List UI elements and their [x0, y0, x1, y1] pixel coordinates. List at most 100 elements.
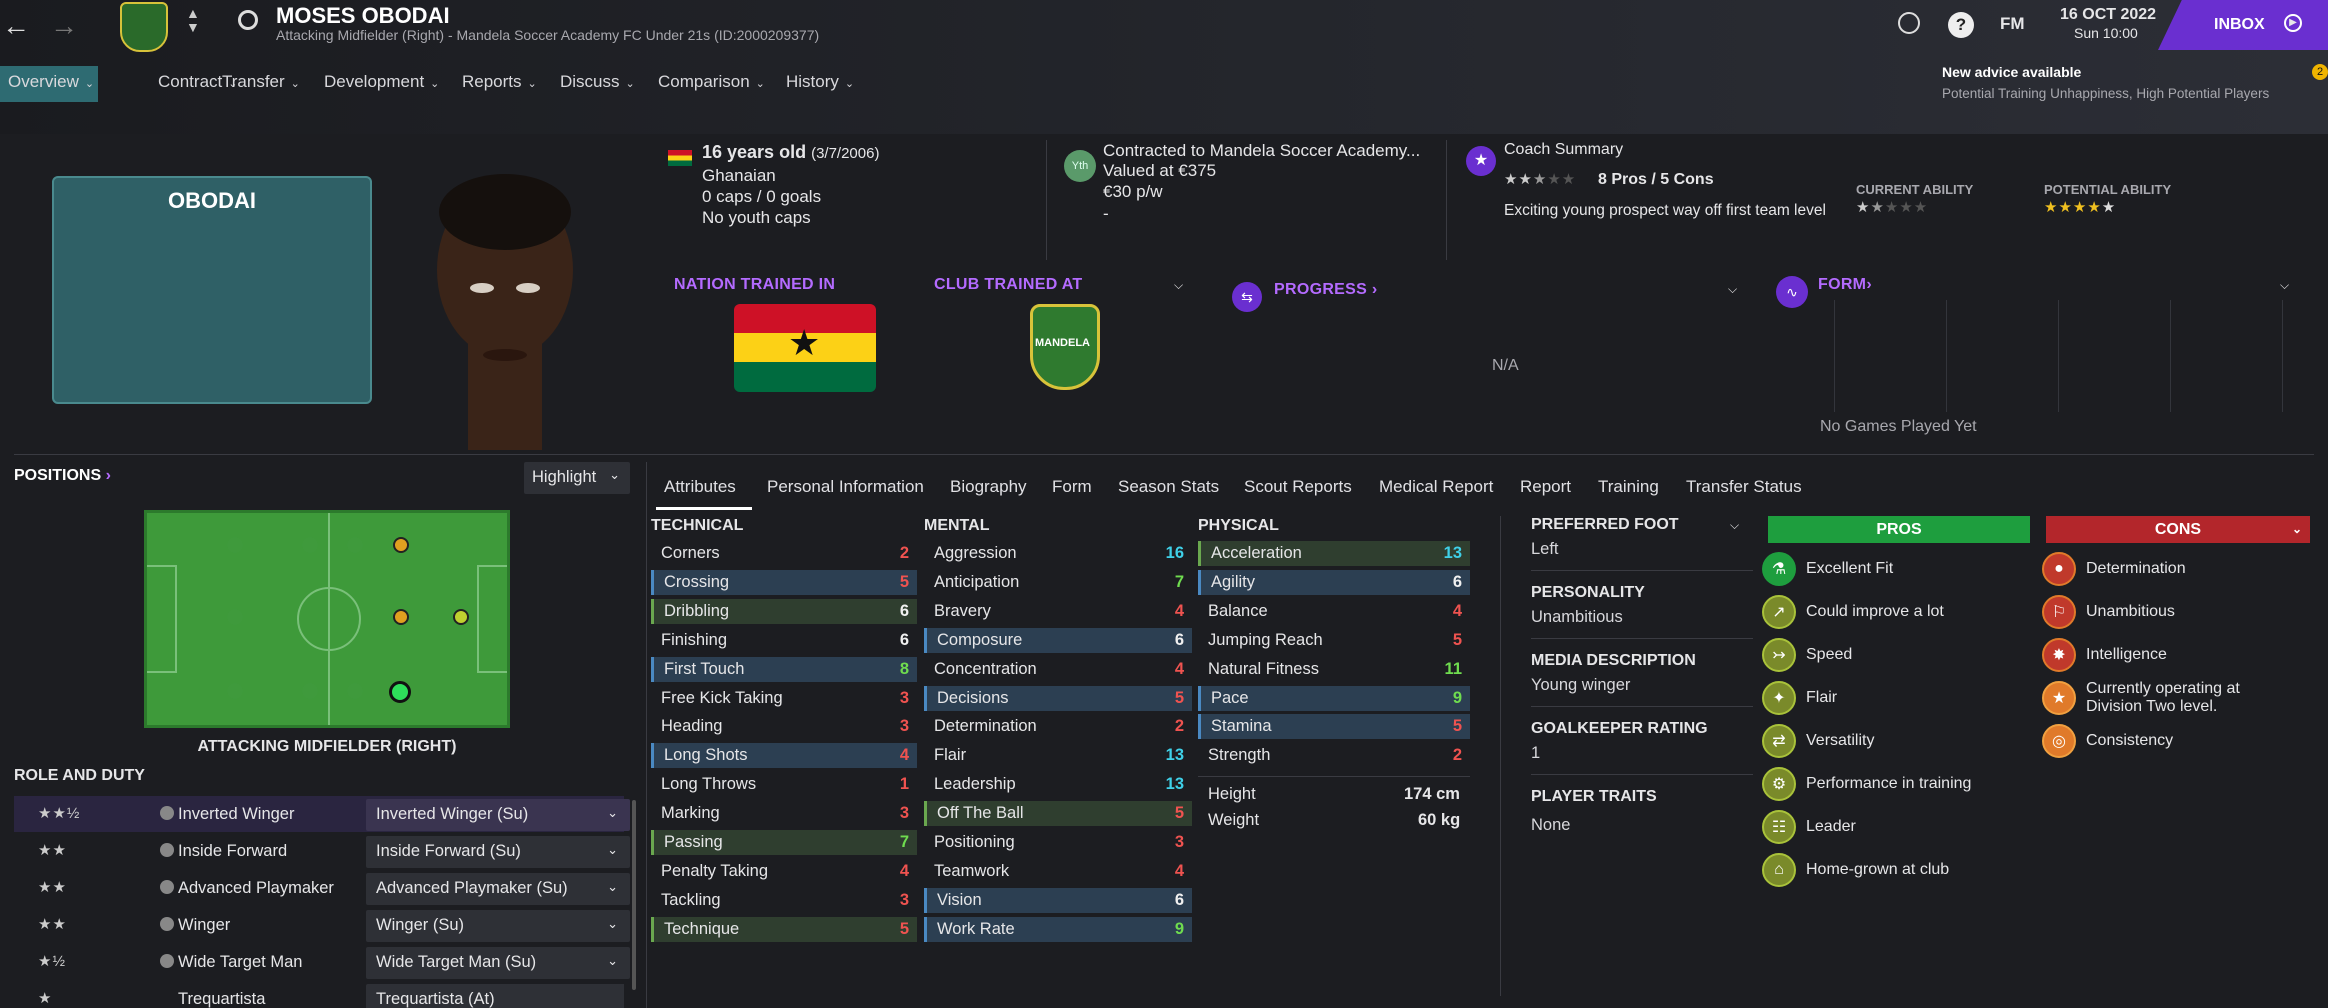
attribute-row[interactable]: Vision 6	[924, 887, 1192, 913]
role-row[interactable]: ★★ Inside Forward Inside Forward (Su) ⌄	[14, 833, 630, 869]
help-icon[interactable]: ?	[1948, 12, 1974, 38]
club-trained-dropdown-icon[interactable]: ⌵	[1174, 278, 1183, 293]
attribute-row[interactable]: Flair 13	[924, 743, 1192, 768]
forward-icon[interactable]: →	[50, 10, 78, 42]
duty-dropdown[interactable]: Inverted Winger (Su) ⌄	[366, 799, 630, 831]
info-icon[interactable]	[160, 954, 174, 968]
duty-dropdown[interactable]: Winger (Su) ⌄	[366, 910, 630, 942]
contract-text[interactable]: Contracted to Mandela Soccer Academy...	[1103, 141, 1420, 161]
attribute-row[interactable]: Off The Ball 5	[924, 801, 1192, 827]
attribute-row[interactable]: Anticipation 7	[924, 570, 1192, 595]
attribute-row[interactable]: Bravery 4	[924, 599, 1192, 624]
tab-history[interactable]: History ⌄	[786, 72, 854, 92]
attribute-row[interactable]: Tackling 3	[651, 888, 917, 913]
tab-development[interactable]: Development ⌄	[324, 72, 439, 92]
attribute-row[interactable]: Natural Fitness 11	[1198, 657, 1470, 682]
attribute-row[interactable]: Corners 2	[651, 541, 917, 566]
info-icon[interactable]	[160, 917, 174, 931]
attribute-row[interactable]: Aggression 16	[924, 541, 1192, 566]
tab-reports[interactable]: Reports ⌄	[462, 72, 537, 92]
highlight-dropdown[interactable]: Highlight ⌄	[524, 462, 630, 494]
duty-dropdown[interactable]: Advanced Playmaker (Su) ⌄	[366, 873, 630, 905]
tab-comparison[interactable]: Comparison ⌄	[658, 72, 765, 92]
position-dot[interactable]	[302, 537, 318, 553]
attribute-row[interactable]: Penalty Taking 4	[651, 859, 917, 884]
form-link[interactable]: FORM›	[1818, 276, 1872, 294]
subtab-medical-report[interactable]: Medical Report	[1379, 477, 1493, 497]
attribute-row[interactable]: Composure 6	[924, 627, 1192, 653]
advice-text[interactable]: Potential Training Unhappiness, High Pot…	[1942, 86, 2269, 101]
position-dot-selected[interactable]	[389, 681, 411, 703]
attribute-row[interactable]: Pace 9	[1198, 685, 1470, 711]
attribute-row[interactable]: Dribbling 6	[651, 598, 917, 624]
position-dot-amc[interactable]	[393, 609, 409, 625]
position-dot[interactable]	[302, 683, 318, 699]
attribute-row[interactable]: Marking 3	[651, 801, 917, 826]
role-row[interactable]: ★½ Wide Target Man Wide Target Man (Su) ⌄	[14, 944, 630, 980]
position-dot[interactable]	[227, 537, 243, 553]
attribute-row[interactable]: Agility 6	[1198, 569, 1470, 595]
fm-menu-button[interactable]: FM	[2000, 14, 2025, 34]
coach-summary-title[interactable]: Coach Summary	[1504, 141, 1623, 159]
role-row[interactable]: ★ Trequartista Trequartista (At)	[14, 981, 624, 1008]
attribute-row[interactable]: Acceleration 13	[1198, 541, 1470, 566]
achievements-icon[interactable]	[1898, 12, 1920, 34]
player-switch-icon[interactable]: ▲ ▼	[186, 6, 200, 34]
attribute-row[interactable]: Long Shots 4	[651, 743, 917, 769]
attribute-row[interactable]: Long Throws 1	[651, 772, 917, 797]
subtab-report[interactable]: Report	[1520, 477, 1571, 497]
club-badge-icon[interactable]: MANDELA	[1030, 304, 1100, 390]
attribute-row[interactable]: Strength 2	[1198, 743, 1470, 768]
position-dot[interactable]	[227, 609, 243, 625]
inbox-button[interactable]: INBOX ▶	[2158, 0, 2328, 50]
form-dropdown-icon[interactable]: ⌵	[2280, 278, 2289, 293]
attribute-row[interactable]: Finishing 6	[651, 628, 917, 653]
subtab-personal-information[interactable]: Personal Information	[767, 477, 924, 497]
attribute-row[interactable]: Decisions 5	[924, 685, 1192, 711]
progress-dropdown-icon[interactable]: ⌵	[1728, 282, 1737, 297]
subtab-attributes[interactable]: Attributes	[664, 477, 736, 497]
attribute-row[interactable]: First Touch 8	[651, 656, 917, 682]
attribute-row[interactable]: Concentration 4	[924, 657, 1192, 682]
position-dot-amr[interactable]	[393, 537, 409, 553]
subtab-form[interactable]: Form	[1052, 477, 1092, 497]
attribute-row[interactable]: Positioning 3	[924, 830, 1192, 855]
role-row[interactable]: ★★ Advanced Playmaker Advanced Playmaker…	[14, 870, 630, 906]
attribute-row[interactable]: Crossing 5	[651, 569, 917, 595]
attribute-row[interactable]: Passing 7	[651, 830, 917, 855]
attribute-row[interactable]: Technique 5	[651, 916, 917, 942]
preferred-foot-dropdown-icon[interactable]: ⌵	[1730, 518, 1739, 533]
info-icon[interactable]	[160, 806, 174, 820]
position-dot[interactable]	[347, 537, 363, 553]
attribute-row[interactable]: Work Rate 9	[924, 916, 1192, 942]
subtab-season-stats[interactable]: Season Stats	[1118, 477, 1219, 497]
duty-dropdown[interactable]: Trequartista (At)	[366, 984, 624, 1008]
duty-dropdown[interactable]: Wide Target Man (Su) ⌄	[366, 947, 630, 979]
search-icon[interactable]	[238, 10, 258, 30]
cons-header[interactable]: CONS ⌄	[2046, 516, 2310, 543]
role-row[interactable]: ★★½ Inverted Winger Inverted Winger (Su)…	[14, 796, 630, 832]
attribute-row[interactable]: Balance 4	[1198, 599, 1470, 624]
attribute-row[interactable]: Free Kick Taking 3	[651, 686, 917, 711]
role-row[interactable]: ★★ Winger Winger (Su) ⌄	[14, 907, 630, 943]
attribute-row[interactable]: Jumping Reach 5	[1198, 628, 1470, 653]
subtab-transfer-status[interactable]: Transfer Status	[1686, 477, 1802, 497]
tab-transfer[interactable]: Transfer ⌄	[222, 72, 300, 92]
info-icon[interactable]	[160, 880, 174, 894]
position-dot[interactable]	[347, 683, 363, 699]
attribute-row[interactable]: Leadership 13	[924, 772, 1192, 797]
attribute-row[interactable]: Determination 2	[924, 714, 1192, 739]
advice-title[interactable]: New advice available	[1942, 64, 2081, 80]
positions-link[interactable]: POSITIONS ›	[14, 467, 111, 485]
subtab-biography[interactable]: Biography	[950, 477, 1027, 497]
progress-link[interactable]: PROGRESS ›	[1274, 281, 1377, 299]
attribute-row[interactable]: Heading 3	[651, 714, 917, 739]
duty-dropdown[interactable]: Inside Forward (Su) ⌄	[366, 836, 630, 868]
attribute-row[interactable]: Stamina 5	[1198, 714, 1470, 740]
subtab-scout-reports[interactable]: Scout Reports	[1244, 477, 1352, 497]
tab-discuss[interactable]: Discuss ⌄	[560, 72, 635, 92]
back-icon[interactable]: ←	[2, 10, 30, 42]
club-crest-icon[interactable]	[120, 2, 168, 52]
roles-scrollbar[interactable]	[632, 800, 636, 990]
position-dot[interactable]	[227, 683, 243, 699]
